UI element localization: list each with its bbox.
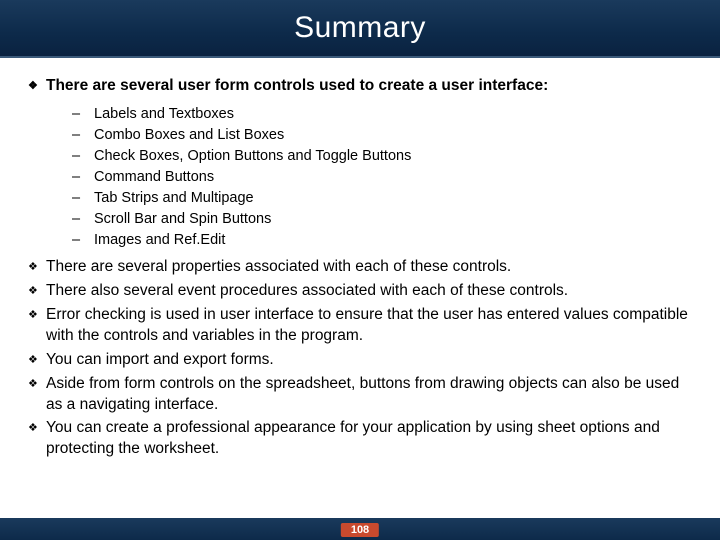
dash-icon: – [72, 146, 94, 167]
bullet-text: There also several event procedures asso… [46, 281, 692, 302]
sub-item: –Scroll Bar and Spin Buttons [72, 209, 692, 230]
bullet-text: Aside from form controls on the spreadsh… [46, 374, 692, 416]
sub-text: Labels and Textboxes [94, 104, 234, 125]
page-number: 108 [341, 523, 379, 537]
bullet-text: There are several properties associated … [46, 257, 692, 278]
sub-item: –Check Boxes, Option Buttons and Toggle … [72, 146, 692, 167]
diamond-icon: ❖ [28, 418, 46, 436]
bullet-item: ❖There are several properties associated… [28, 257, 692, 278]
slide-content: ❖ There are several user form controls u… [0, 58, 720, 460]
sub-text: Command Buttons [94, 167, 214, 188]
bullet-text: Error checking is used in user interface… [46, 305, 692, 347]
sub-text: Images and Ref.Edit [94, 230, 225, 251]
intro-text: There are several user form controls use… [46, 76, 692, 97]
sub-item: –Images and Ref.Edit [72, 230, 692, 251]
bullet-text: You can create a professional appearance… [46, 418, 692, 460]
slide-title: Summary [294, 11, 426, 45]
diamond-icon: ❖ [28, 374, 46, 392]
dash-icon: – [72, 167, 94, 188]
slide-header: Summary [0, 0, 720, 58]
dash-icon: – [72, 230, 94, 251]
sub-text: Check Boxes, Option Buttons and Toggle B… [94, 146, 411, 167]
main-list: ❖ There are several user form controls u… [28, 76, 692, 97]
diamond-icon: ❖ [28, 76, 46, 94]
diamond-icon: ❖ [28, 350, 46, 368]
sub-text: Tab Strips and Multipage [94, 188, 254, 209]
dash-icon: – [72, 125, 94, 146]
dash-icon: – [72, 188, 94, 209]
sub-text: Combo Boxes and List Boxes [94, 125, 284, 146]
sub-item: –Labels and Textboxes [72, 104, 692, 125]
bullet-item: ❖You can create a professional appearanc… [28, 418, 692, 460]
diamond-icon: ❖ [28, 305, 46, 323]
sub-item: –Command Buttons [72, 167, 692, 188]
sub-text: Scroll Bar and Spin Buttons [94, 209, 271, 230]
dash-icon: – [72, 209, 94, 230]
bullet-item: ❖Aside from form controls on the spreads… [28, 374, 692, 416]
bullet-item: ❖You can import and export forms. [28, 350, 692, 371]
diamond-icon: ❖ [28, 257, 46, 275]
dash-icon: – [72, 104, 94, 125]
sub-list: –Labels and Textboxes –Combo Boxes and L… [28, 100, 692, 257]
bullet-item: ❖Error checking is used in user interfac… [28, 305, 692, 347]
intro-bullet: ❖ There are several user form controls u… [28, 76, 692, 97]
bullet-item: ❖There also several event procedures ass… [28, 281, 692, 302]
sub-item: –Combo Boxes and List Boxes [72, 125, 692, 146]
sub-item: –Tab Strips and Multipage [72, 188, 692, 209]
diamond-icon: ❖ [28, 281, 46, 299]
rest-list: ❖There are several properties associated… [28, 257, 692, 460]
bullet-text: You can import and export forms. [46, 350, 692, 371]
